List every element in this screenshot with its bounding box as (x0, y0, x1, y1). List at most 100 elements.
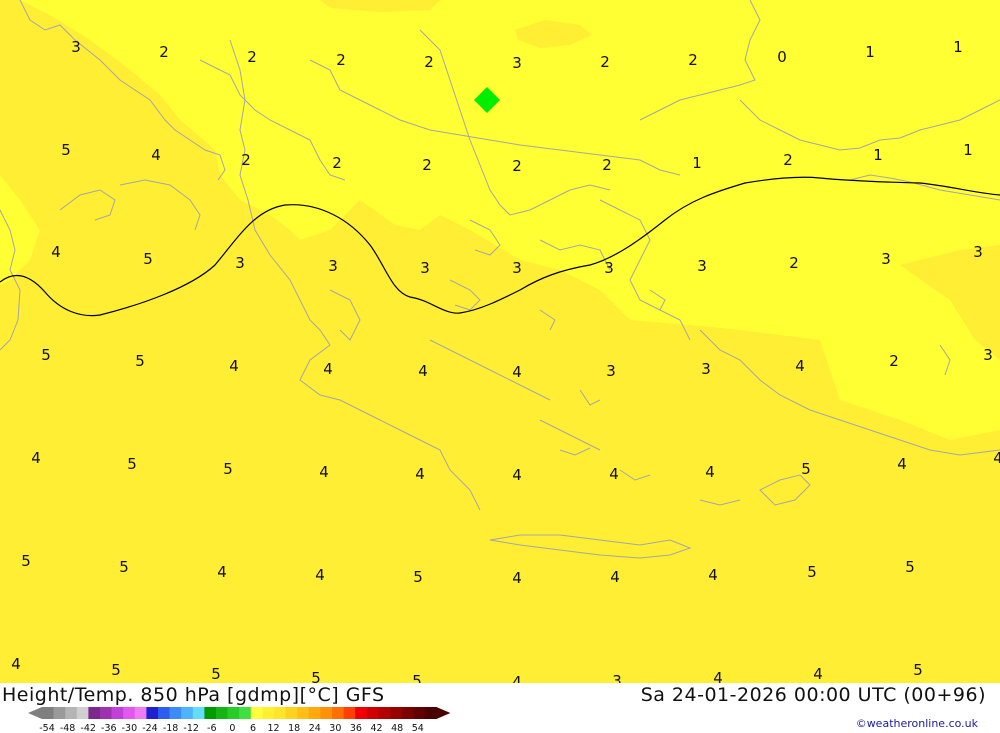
value-label: 2 (422, 156, 432, 174)
colorbar-tick-label: -42 (80, 723, 96, 733)
colorbar-cell (297, 707, 310, 719)
value-label: 4 (418, 362, 428, 380)
colorbar-cell (216, 707, 228, 719)
colorbar-cell (146, 707, 159, 719)
value-label: 3 (612, 672, 622, 683)
colorbar-cell (285, 707, 298, 719)
colorbar-cell (158, 707, 170, 719)
value-label: 5 (905, 558, 915, 576)
colorbar-cell (192, 707, 205, 719)
colorbar-tick-label: -48 (60, 723, 76, 733)
value-label: 2 (600, 53, 610, 71)
value-label: 5 (413, 568, 423, 586)
value-label: 4 (217, 563, 227, 581)
colorbar-cell (250, 707, 263, 719)
value-label: 4 (512, 466, 522, 484)
value-label: 4 (795, 357, 805, 375)
colorbar-tick-label: -30 (122, 723, 138, 733)
colorbar-cell (390, 707, 402, 719)
value-label: 4 (813, 665, 823, 683)
value-label: 4 (609, 465, 619, 483)
value-label: 5 (119, 558, 129, 576)
map-valid-time: Sa 24-01-2026 00:00 UTC (00+96) (640, 684, 986, 706)
colorbar-cell (181, 707, 194, 719)
value-label: 4 (51, 243, 61, 261)
value-label: 4 (31, 449, 41, 467)
value-label: 5 (412, 672, 422, 683)
colorbar-cell (262, 707, 275, 719)
colorbar-cell (169, 707, 182, 719)
value-label: 2 (889, 352, 899, 370)
colorbar-cell (378, 707, 391, 719)
value-label: 1 (953, 38, 963, 56)
value-label: 3 (973, 243, 983, 261)
value-label: 4 (993, 449, 1000, 467)
value-label: 5 (127, 455, 137, 473)
colorbar-tick-label: 30 (329, 723, 341, 733)
value-label: 5 (223, 460, 233, 478)
value-label: 1 (873, 146, 883, 164)
colorbar-cell (424, 707, 437, 719)
value-label: 3 (697, 257, 707, 275)
colorbar-cell (111, 707, 124, 719)
colorbar-tick-label: -18 (163, 723, 179, 733)
credit-link[interactable]: ©weatheronline.co.uk (856, 717, 978, 730)
map-canvas: 3 2 2 2 2 3 2 2 0 1 1 5 4 2 2 2 2 2 1 2 1 1 4 5 3 3 3 3 3 3 2 3 3 5 5 4 4 4 4 3… (0, 0, 1000, 683)
colorbar-cell (332, 707, 344, 719)
value-label: 1 (963, 141, 973, 159)
colorbar-cell (134, 707, 147, 719)
value-label: 5 (111, 661, 121, 679)
color-legend: -54 -48 -42 -36 -30 -24 -18 -12 -6 0 6 12 18 24 30 36 42… (28, 707, 451, 733)
value-label: 5 (41, 346, 51, 364)
value-label: 3 (235, 254, 245, 272)
value-label: 2 (512, 157, 522, 175)
colorbar-cell (76, 707, 89, 719)
value-label: 2 (424, 53, 434, 71)
colorbar-tick-label: 48 (391, 723, 403, 733)
value-label: 3 (606, 362, 616, 380)
value-label: 2 (783, 151, 793, 169)
colorbar-cell (123, 707, 136, 719)
colorbar-tick-label: 18 (288, 723, 300, 733)
value-label: 2 (241, 151, 251, 169)
value-label: 3 (881, 250, 891, 268)
value-label: 3 (512, 54, 522, 72)
value-label: 2 (336, 51, 346, 69)
value-label: 3 (420, 259, 430, 277)
colorbar-cell (239, 707, 252, 719)
value-label: 4 (11, 655, 21, 673)
colorbar-tick-label: 0 (229, 723, 235, 733)
colorbar-cell (53, 707, 66, 719)
value-label: 4 (151, 146, 161, 164)
value-label: 2 (602, 156, 612, 174)
value-label: 5 (21, 552, 31, 570)
colorbar-cell (227, 707, 240, 719)
colorbar-cell (204, 707, 217, 719)
value-label: 4 (705, 463, 715, 481)
value-label: 3 (701, 360, 711, 378)
colorbar-tick-label: 12 (268, 723, 280, 733)
colorbar-cell (88, 707, 101, 719)
value-label: 4 (512, 363, 522, 381)
colorbar-cell (401, 707, 414, 719)
weather-map: 3 2 2 2 2 3 2 2 0 1 1 5 4 2 2 2 2 2 1 2 1 1 4 5 3 3 3 3 3 3 2 3 3 5 5 4 4 4 4 3… (0, 0, 1000, 683)
value-label: 2 (247, 48, 257, 66)
colorbar-tick-label: 6 (250, 723, 256, 733)
colorbar-tick-label: 54 (412, 723, 424, 733)
map-footer: Height/Temp. 850 hPa [gdmp][°C] GFS Sa 2… (0, 683, 1000, 733)
colorbar-cell (274, 707, 286, 719)
colorbar-cell (413, 707, 426, 719)
value-label: 1 (692, 154, 702, 172)
value-label: 3 (983, 346, 993, 364)
value-label: 4 (229, 357, 239, 375)
value-label: 2 (789, 254, 799, 272)
colorbar-tick-label: 24 (309, 723, 321, 733)
colorbar-cell (320, 707, 333, 719)
value-label: 0 (777, 48, 787, 66)
colorbar-tick-label: -54 (39, 723, 55, 733)
colorbar-cell (100, 707, 112, 719)
colorbar-cell (355, 707, 368, 719)
value-label: 5 (135, 352, 145, 370)
value-label: 4 (319, 463, 329, 481)
value-label: 3 (604, 259, 614, 277)
